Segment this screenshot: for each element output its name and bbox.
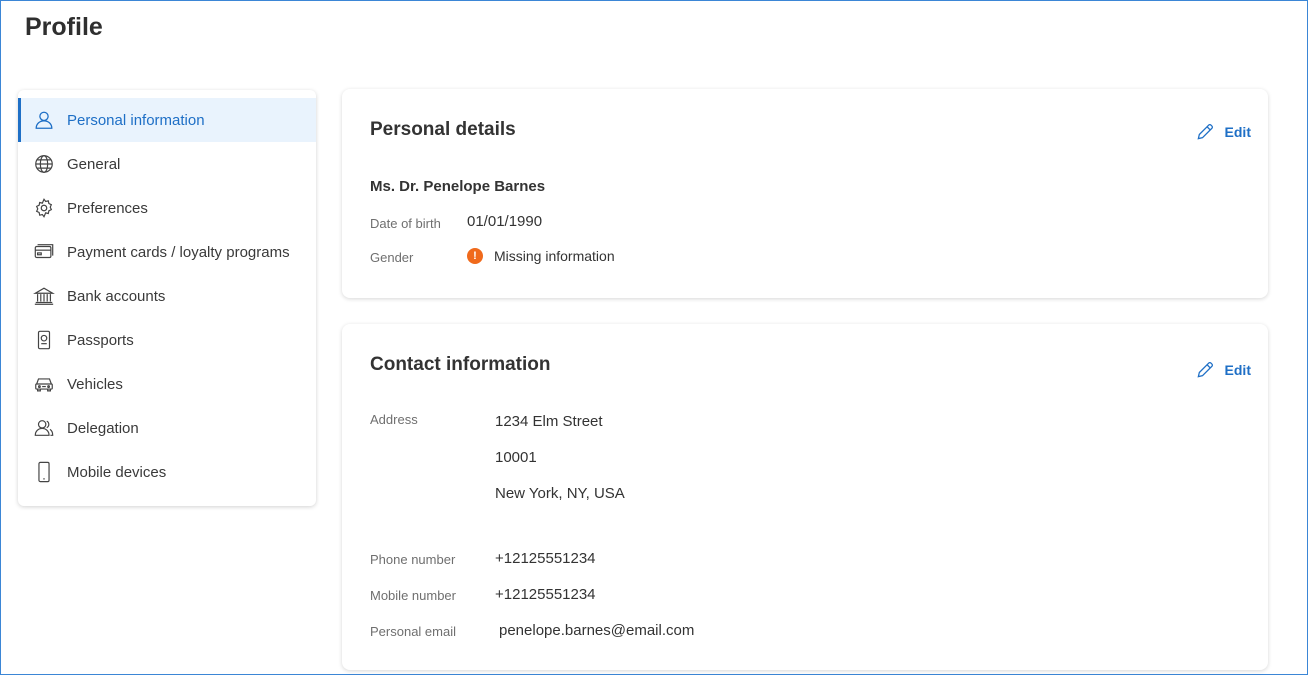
edit-label: Edit [1224,362,1251,378]
contact-information-card: Contact information Edit Address 1234 El… [342,324,1268,670]
app-frame: Profile Personal information General Pre… [0,0,1308,675]
sidebar-item-label: Payment cards / loyalty programs [67,243,290,261]
pencil-icon [1197,362,1213,378]
passport-icon [33,329,55,351]
sidebar-item-bank-accounts[interactable]: Bank accounts [18,274,316,318]
sidebar-item-label: Vehicles [67,375,123,393]
address-line-3: New York, NY, USA [495,485,625,502]
sidebar-item-label: Personal information [67,111,205,129]
gear-icon [33,197,55,219]
warning-icon: ! [467,248,483,264]
full-name: Ms. Dr. Penelope Barnes [370,178,546,195]
gender-missing-text: Missing information [494,248,615,264]
globe-icon [33,153,55,175]
credit-card-icon [33,241,55,263]
contact-information-edit-button[interactable]: Edit [1195,360,1251,380]
edit-label: Edit [1224,124,1251,140]
sidebar-item-label: Delegation [67,419,139,437]
sidebar-item-general[interactable]: General [18,142,316,186]
mobile-label: Mobile number [370,588,456,603]
gender-label: Gender [370,250,414,265]
user-icon [33,109,55,131]
sidebar-item-delegation[interactable]: Delegation [18,406,316,450]
address-line-1: 1234 Elm Street [495,413,603,430]
address-label: Address [370,412,418,427]
personal-details-card: Personal details Edit Ms. Dr. Penelope B… [342,89,1268,298]
bank-icon [33,285,55,307]
sidebar-item-label: General [67,155,121,173]
personal-details-edit-button[interactable]: Edit [1195,122,1251,142]
sidebar-item-personal-information[interactable]: Personal information [18,98,316,142]
sidebar-item-payment-cards[interactable]: Payment cards / loyalty programs [18,230,316,274]
phone-label: Phone number [370,552,456,567]
mobile-icon [33,461,55,483]
gender-value: ! Missing information [467,248,615,264]
phone-value: +12125551234 [495,550,596,567]
sidebar-item-label: Mobile devices [67,463,167,481]
page-title: Profile [25,13,103,41]
sidebar-item-label: Passports [67,331,134,349]
car-icon [33,373,55,395]
email-value: penelope.barnes@email.com [499,622,695,639]
sidebar-nav: Personal information General Preferences [18,90,316,506]
sidebar-item-mobile-devices[interactable]: Mobile devices [18,450,316,494]
dob-value: 01/01/1990 [467,213,543,230]
pencil-icon [1197,124,1213,140]
email-label: Personal email [370,624,456,639]
contact-information-title: Contact information [370,354,551,375]
users-icon [33,417,55,439]
personal-details-title: Personal details [370,119,516,140]
dob-label: Date of birth [370,216,441,231]
sidebar-item-passports[interactable]: Passports [18,318,316,362]
mobile-value: +12125551234 [495,586,596,603]
sidebar-item-label: Bank accounts [67,287,166,305]
address-line-2: 10001 [495,449,537,466]
sidebar-item-vehicles[interactable]: Vehicles [18,362,316,406]
sidebar-item-preferences[interactable]: Preferences [18,186,316,230]
sidebar-item-label: Preferences [67,199,148,217]
